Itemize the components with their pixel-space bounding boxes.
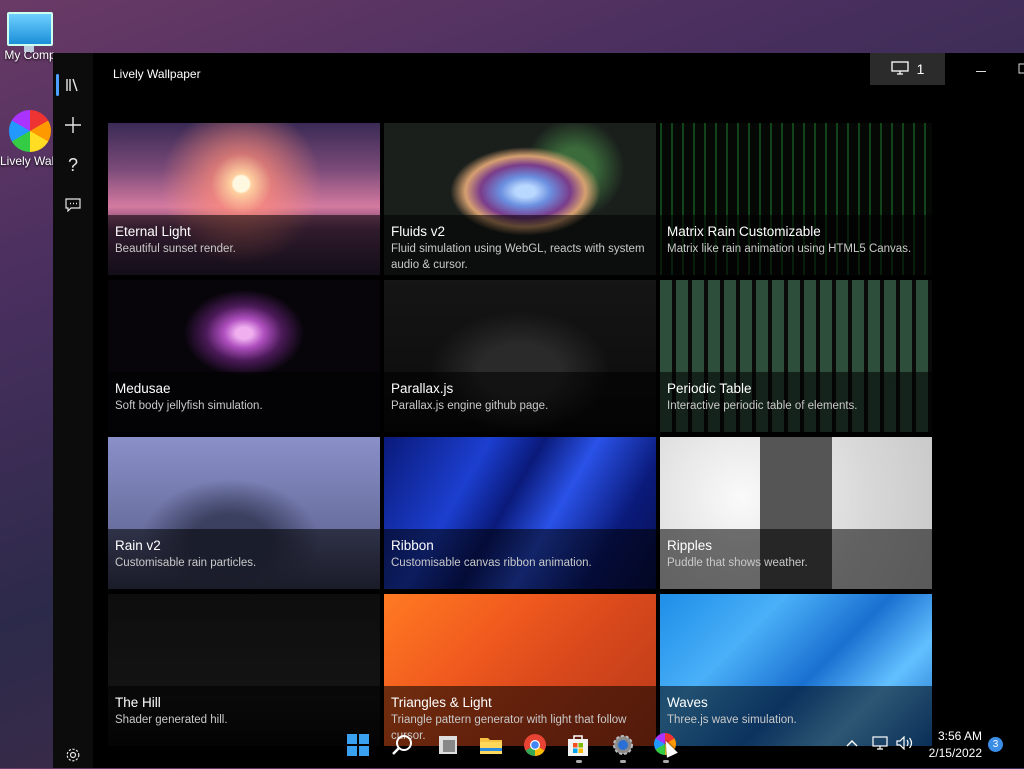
folder-icon	[479, 738, 503, 761]
nav-help-button[interactable]: ?	[53, 145, 93, 185]
wallpaper-card-eternal-light[interactable]: Eternal Light Beautiful sunset render.	[108, 123, 380, 275]
maximize-button[interactable]	[1011, 53, 1024, 85]
wallpaper-card-medusae[interactable]: Medusae Soft body jellyfish simulation.	[108, 280, 380, 432]
wallpaper-card-ribbon[interactable]: Ribbon Customisable canvas ribbon animati…	[384, 437, 656, 589]
wallpaper-title: The Hill	[115, 695, 161, 710]
running-indicator	[663, 760, 669, 763]
computer-icon	[7, 12, 53, 52]
minimize-icon	[976, 60, 986, 78]
wallpaper-description: Matrix like rain animation using HTML5 C…	[667, 243, 912, 255]
monitor-count: 1	[916, 61, 925, 77]
monitor-select-button[interactable]: 1	[870, 53, 945, 85]
nav-library-button[interactable]	[53, 65, 93, 105]
wallpaper-card-fluids-v2[interactable]: Fluids v2 Fluid simulation using WebGL, r…	[384, 123, 656, 275]
wallpaper-title: Rain v2	[115, 538, 161, 553]
clock-time: 3:56 AM	[937, 729, 982, 743]
minimize-button[interactable]	[963, 53, 999, 85]
gear-icon	[611, 735, 635, 761]
search-icon	[391, 735, 415, 761]
wallpaper-title: Waves	[667, 695, 708, 710]
taskbar-clock[interactable]: 3:56 AM 2/15/2022	[922, 728, 982, 762]
wallpaper-card-periodic-table[interactable]: Periodic Table Interactive periodic table…	[660, 280, 932, 432]
network-icon	[872, 736, 888, 754]
nav-sidebar: ?	[53, 53, 93, 768]
wallpaper-title: Periodic Table	[667, 381, 752, 396]
store-icon	[566, 735, 590, 761]
wallpaper-description: Parallax.js engine github page.	[391, 400, 549, 412]
windows-start-icon	[346, 734, 370, 761]
help-icon: ?	[67, 154, 78, 175]
network-button[interactable]	[872, 736, 888, 755]
wallpaper-card-parallax[interactable]: Parallax.js Parallax.js engine github pag…	[384, 280, 656, 432]
wallpaper-grid: Eternal Light Beautiful sunset render. Fl…	[108, 123, 934, 768]
maximize-icon	[1011, 63, 1024, 85]
wallpaper-title: Ripples	[667, 538, 713, 553]
wallpaper-description: Fluid simulation using WebGL, reacts wit…	[391, 243, 645, 271]
desktop-icon-my-computer[interactable]: My Comp	[0, 8, 60, 63]
clock-date: 2/15/2022	[928, 746, 982, 760]
window-title: Lively Wallpaper	[113, 67, 201, 81]
task-view-icon	[436, 736, 460, 761]
wallpaper-title: Medusae	[115, 381, 171, 396]
show-hidden-icons-button[interactable]	[846, 734, 858, 750]
wallpaper-description: Customisable canvas ribbon animation.	[391, 557, 592, 569]
wallpaper-title: Parallax.js	[391, 381, 454, 396]
running-indicator	[620, 760, 626, 763]
taskbar-file-explorer[interactable]	[479, 733, 503, 757]
monitor-icon	[890, 60, 909, 78]
wallpaper-card-matrix-rain[interactable]: Matrix Rain Customizable Matrix like rain…	[660, 123, 932, 275]
chrome-icon	[523, 734, 547, 761]
wallpaper-description: Customisable rain particles.	[115, 557, 257, 569]
taskbar-store[interactable]	[566, 733, 590, 757]
desktop-icon-lively[interactable]: Lively Wallpap	[0, 108, 77, 169]
wallpaper-card-ripples[interactable]: Ripples Puddle that shows weather.	[660, 437, 932, 589]
wallpaper-description: Beautiful sunset render.	[115, 243, 236, 255]
wallpaper-description: Soft body jellyfish simulation.	[115, 400, 263, 412]
notification-badge[interactable]: 3	[988, 737, 1003, 752]
taskbar-chrome[interactable]	[523, 733, 547, 757]
wallpaper-description: Interactive periodic table of elements.	[667, 400, 858, 412]
taskbar-search-button[interactable]	[391, 733, 415, 757]
taskbar-settings-app[interactable]	[611, 733, 635, 757]
desktop-icon-label: Lively Wallpap	[0, 154, 77, 168]
nav-add-button[interactable]	[53, 105, 93, 145]
wallpaper-title: Ribbon	[391, 538, 434, 553]
running-indicator	[576, 760, 582, 763]
wallpaper-title: Eternal Light	[115, 224, 191, 239]
chevron-up-icon	[846, 734, 858, 750]
wallpaper-title: Matrix Rain Customizable	[667, 224, 821, 239]
task-view-button[interactable]	[436, 733, 460, 757]
plus-icon	[64, 116, 82, 134]
start-button[interactable]	[346, 733, 370, 757]
speaker-icon	[896, 735, 914, 754]
volume-button[interactable]	[896, 735, 914, 755]
wallpaper-description: Puddle that shows weather.	[667, 557, 808, 569]
taskbar	[0, 722, 1024, 768]
lively-window: ? Lively Wallpaper 1 Eternal Light Beaut…	[53, 53, 1024, 768]
chat-icon	[65, 198, 81, 212]
wallpaper-title: Fluids v2	[391, 224, 446, 239]
nav-feedback-button[interactable]	[53, 185, 93, 225]
lively-logo-icon	[9, 110, 51, 152]
wallpaper-title: Triangles & Light	[391, 695, 492, 710]
library-icon	[65, 78, 81, 92]
wallpaper-card-rain-v2[interactable]: Rain v2 Customisable rain particles.	[108, 437, 380, 589]
